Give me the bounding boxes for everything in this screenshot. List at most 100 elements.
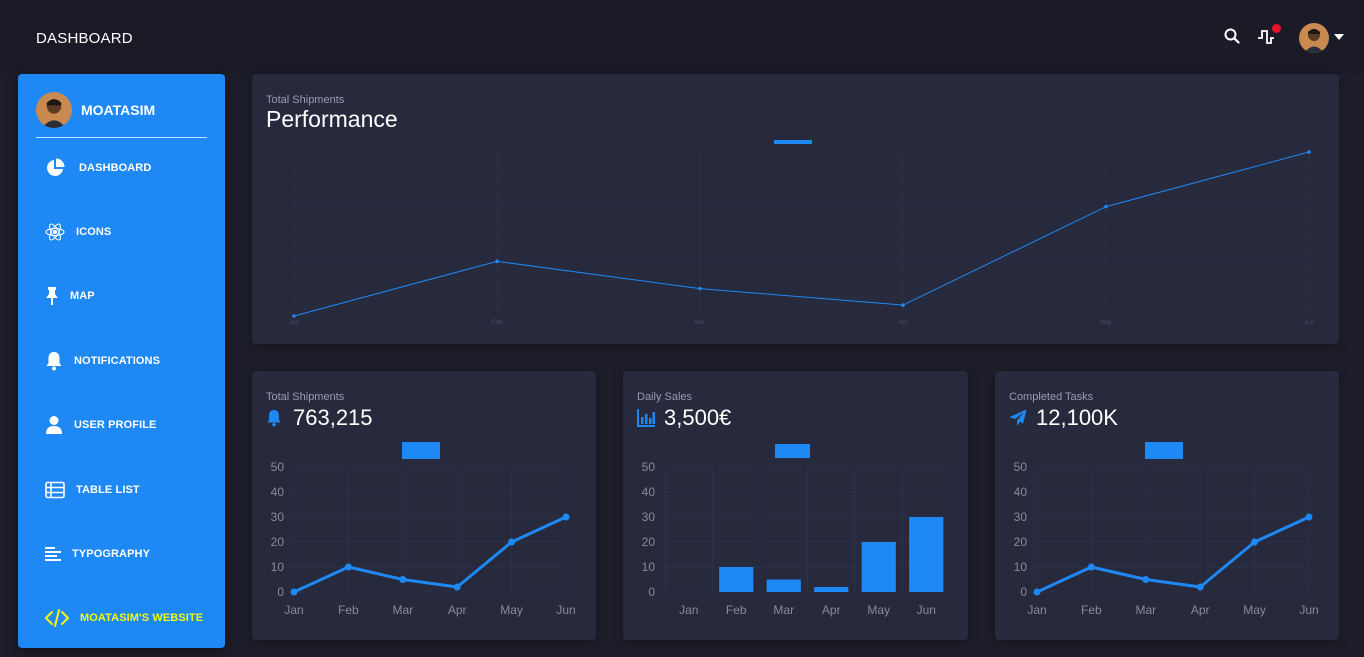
avatar [36,92,72,128]
sidebar-item-typography[interactable]: TYPOGRAPHY [44,542,150,566]
stat-card-tasks: Completed Tasks 12,100K 0 10 20 30 40 50 Jan Fe… [995,371,1339,640]
y-tick-label: 0 [1020,585,1027,599]
data-point-apr [901,303,905,307]
series-line [1036,515,1310,594]
navbar-avatar[interactable] [1299,23,1329,53]
x-tick-label: Jan [1027,603,1046,617]
data-point-feb [1087,563,1095,571]
x-tick-label: Feb [1081,603,1102,617]
data-point-jun [562,513,570,521]
bar-mar [766,579,801,592]
sidebar-item-label: TYPOGRAPHY [72,548,151,560]
y-tick-label: 10 [1014,560,1028,574]
sidebar-item-label: DASHBOARD [79,162,152,174]
data-point-may [1251,538,1259,546]
sidebar-item-label: MOATASIM'S WEBSITE [80,612,204,624]
data-point-mar [1142,576,1150,583]
y-tick-label: 20 [1014,535,1028,549]
sidebar-user[interactable]: MOATASIM [36,92,155,128]
tasks-chart: 0 10 20 30 40 50 Jan Feb Mar Apr May Jun [1014,442,1319,617]
data-point-apr [453,583,461,591]
shipments-chart: 0 10 20 30 40 50 Jan Feb Mar Apr May Jun [271,442,576,617]
series-line [293,151,1310,317]
data-point-mar [698,286,702,291]
y-tick-label: 30 [642,510,656,524]
y-tick-label: 30 [271,510,285,524]
sidebar-item-dashboard[interactable]: DASHBOARD [44,156,151,180]
y-tick-label: 40 [271,485,285,499]
x-tick-label: Apr [1191,603,1210,617]
x-tick-label: Mar [695,320,705,326]
y-tick-label: 0 [277,585,284,599]
sidebar-item-label: ICONS [76,226,112,238]
x-tick-label: Apr [448,603,467,617]
sidebar-item-map[interactable]: MAP [44,284,95,308]
x-tick-label: Feb [338,603,359,617]
top-navbar: DASHBOARD [0,0,1364,74]
sidebar-item-icons[interactable]: ICONS [44,220,111,244]
x-tick-label: Jun [1299,603,1318,617]
atom-icon [44,221,66,243]
code-icon [44,607,70,629]
x-tick-label: Jun [1304,320,1314,326]
sidebar-item-label: TABLE LIST [76,484,140,496]
legend-swatch [775,444,810,458]
sidebar: MOATASIM DASHBOARD ICONS MAP NOTIFICATIO… [18,74,225,648]
data-point-apr [1196,583,1204,591]
y-tick-label: 10 [271,560,285,574]
data-point-jan [1033,588,1041,596]
data-point-jun [1305,513,1313,521]
x-tick-label: Jun [556,603,575,617]
sidebar-item-label: MAP [70,290,95,302]
pie-chart-icon [44,157,66,179]
x-tick-label: Jan [289,320,299,326]
x-tick-label: Mar [1135,603,1156,617]
stat-card-sales: Daily Sales 3,500€ 0 10 20 30 40 50 Jan Feb Mar A… [623,371,968,640]
sidebar-item-website[interactable]: MOATASIM'S WEBSITE [44,606,203,630]
stat-card-shipments: Total Shipments 763,215 0 10 20 30 40 50 Jan Fe… [252,371,596,640]
x-tick-label: Apr [898,320,907,326]
x-tick-label: Jun [917,603,936,617]
data-point-feb [495,259,499,264]
data-point-jan [290,588,298,596]
legend-swatch [402,442,440,459]
sidebar-item-user-profile[interactable]: USER PROFILE [44,413,157,437]
y-tick-label: 20 [642,535,656,549]
sidebar-divider [36,137,207,138]
sidebar-item-label: NOTIFICATIONS [74,355,161,367]
y-tick-label: 0 [648,585,655,599]
legend-swatch [1145,442,1183,459]
data-point-jun [1307,150,1311,154]
chevron-down-icon[interactable] [1334,34,1344,40]
notification-dot-icon [1272,24,1281,33]
y-tick-label: 30 [1014,510,1028,524]
data-point-feb [344,563,352,571]
data-point-may [1104,204,1108,209]
navbar-brand[interactable]: DASHBOARD [36,30,133,47]
y-tick-label: 40 [1014,485,1028,499]
table-icon [44,479,66,501]
bell-icon [44,350,64,372]
x-tick-label: Jan [679,603,698,617]
bar-feb [719,567,754,592]
y-tick-label: 50 [271,460,285,474]
y-tick-label: 40 [642,485,656,499]
x-tick-label: May [867,603,890,617]
y-tick-label: 10 [642,560,656,574]
x-tick-label: Mar [392,603,413,617]
search-icon[interactable] [1224,28,1240,49]
sidebar-item-table-list[interactable]: TABLE LIST [44,478,140,502]
data-point-may [508,538,516,546]
user-name: MOATASIM [81,102,156,118]
data-point-jan [292,314,296,318]
x-tick-label: May [1100,320,1111,326]
x-tick-label: May [1243,603,1266,617]
x-tick-label: Apr [822,603,841,617]
sidebar-item-notifications[interactable]: NOTIFICATIONS [44,349,160,373]
x-tick-label: Mar [773,603,794,617]
series-line [293,515,567,594]
x-tick-label: May [500,603,523,617]
pin-icon [44,285,60,307]
sales-chart: 0 10 20 30 40 50 Jan Feb Mar Apr May Jun [642,444,951,617]
y-tick-label: 50 [1014,460,1028,474]
